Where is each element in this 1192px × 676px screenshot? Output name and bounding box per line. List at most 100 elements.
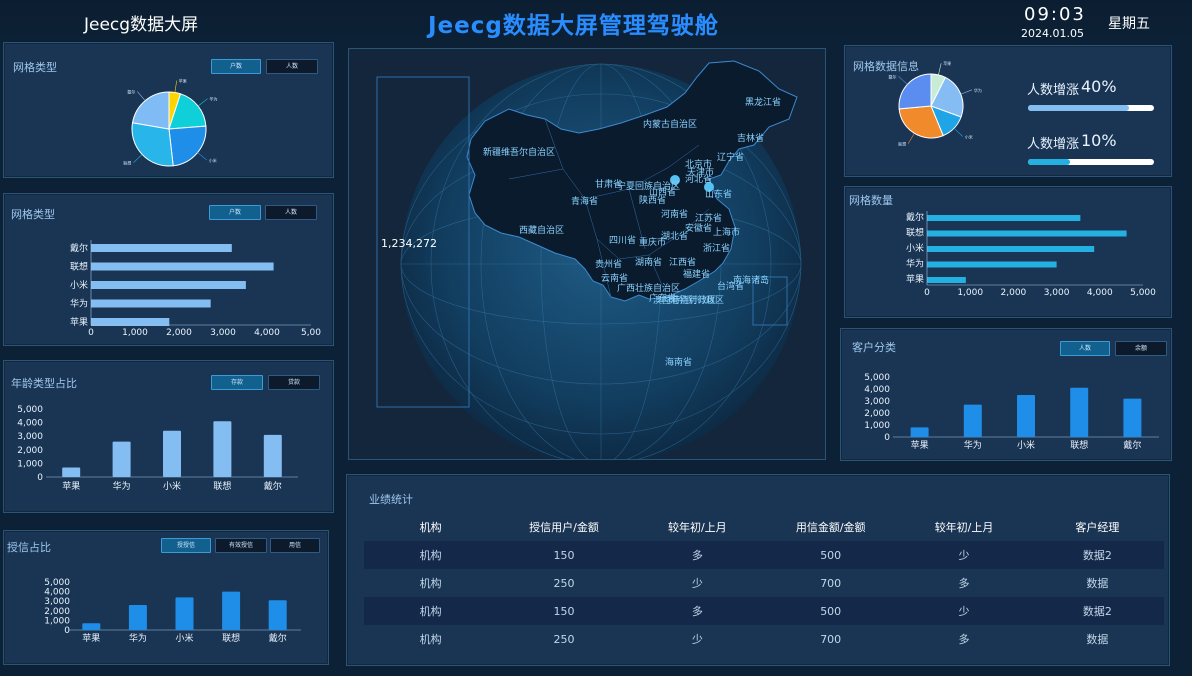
bar[interactable] [128, 605, 147, 630]
province-label[interactable]: 安徽省 [685, 221, 712, 234]
province-label[interactable]: 南海诸岛 [733, 273, 769, 286]
table-cell: 机构 [419, 633, 442, 646]
bar[interactable] [91, 281, 246, 289]
bar[interactable] [910, 427, 929, 437]
province-label[interactable]: 河南省 [661, 207, 688, 220]
category-label: 华为 [129, 632, 147, 644]
bar[interactable] [91, 299, 211, 308]
category-label: 小米 [163, 480, 181, 492]
province-label[interactable]: 河北省 [685, 172, 712, 185]
table-row[interactable]: 机构 150 多 500 少 数据2 [364, 541, 1164, 569]
table-row[interactable]: 机构 250 少 700 多 数据 [364, 569, 1164, 597]
tick-label: 1,000 [957, 288, 983, 298]
table-cell: 数据 [1086, 633, 1109, 646]
category-label: 戴尔 [906, 211, 924, 223]
pie-label-line [953, 127, 963, 137]
table-row[interactable]: 机构 250 少 700 多 数据 [364, 625, 1164, 653]
stat2-progress-track [1028, 159, 1154, 165]
pie-slice[interactable] [898, 73, 932, 110]
tick-label: 0 [64, 626, 70, 636]
pie-label-line [960, 89, 973, 95]
tick-label: 3,000 [864, 397, 890, 407]
province-label[interactable]: 上海市 [713, 225, 740, 238]
bar[interactable] [263, 434, 282, 477]
clock-date: 2024.01.05 [1021, 27, 1084, 40]
province-label[interactable]: 陕西省 [639, 193, 666, 206]
table-cell: 机构 [419, 577, 442, 590]
tick-label: 3,000 [1044, 288, 1070, 298]
tick-label: 4,000 [17, 419, 43, 429]
bar[interactable] [82, 623, 101, 630]
province-label[interactable]: 福建省 [683, 267, 710, 280]
panel-title: 业绩统计 [369, 493, 413, 506]
pie-slice[interactable] [131, 122, 174, 167]
province-label[interactable]: 山东省 [705, 187, 732, 200]
pie-label-line [938, 63, 942, 75]
category-label: 华为 [113, 480, 131, 492]
bar[interactable] [1123, 398, 1142, 437]
table-row[interactable]: 机构 150 多 500 少 数据2 [364, 597, 1164, 625]
bar[interactable] [1070, 387, 1089, 437]
province-label[interactable]: 西藏自治区 [519, 223, 564, 236]
bar[interactable] [222, 591, 241, 630]
category-label: 戴尔 [70, 242, 88, 254]
pie-label: 联想 [123, 160, 131, 166]
province-label[interactable]: 海南省 [665, 355, 692, 368]
pie-label-line [907, 133, 915, 144]
tick-label: 0 [884, 433, 890, 443]
category-label: 苹果 [70, 316, 88, 328]
province-label[interactable]: 澳门特别行政区 [653, 293, 716, 306]
province-label[interactable]: 吉林省 [737, 131, 764, 144]
bar[interactable] [927, 261, 1057, 268]
map-total-value: 1,234,272 [381, 237, 437, 250]
category-label: 华为 [70, 298, 88, 310]
bar[interactable] [927, 215, 1081, 221]
bar[interactable] [163, 430, 181, 477]
weekday: 星期五 [1108, 16, 1150, 32]
bar[interactable] [963, 404, 982, 437]
pie-label: 小米 [209, 157, 217, 163]
bar[interactable] [112, 441, 131, 477]
province-label[interactable]: 新疆维吾尔自治区 [483, 145, 555, 158]
pie-label: 小米 [965, 134, 973, 140]
category-label: 苹果 [906, 273, 924, 285]
pie-label-line [137, 91, 146, 101]
province-label[interactable]: 湖北省 [661, 229, 688, 242]
bar[interactable] [175, 597, 194, 630]
table-cell: 250 [553, 576, 575, 590]
province-label[interactable]: 内蒙古自治区 [643, 117, 697, 130]
table-cell: 700 [820, 576, 842, 590]
bar[interactable] [927, 230, 1127, 237]
province-label[interactable]: 浙江省 [703, 241, 730, 254]
col-header: 较年初/上月 [667, 520, 727, 534]
bar[interactable] [62, 467, 81, 477]
bar[interactable] [927, 246, 1095, 252]
category-label: 小米 [1017, 439, 1035, 451]
bar[interactable] [213, 421, 232, 477]
bar[interactable] [927, 277, 966, 283]
category-label: 小米 [175, 632, 193, 644]
province-label[interactable]: 青海省 [571, 194, 598, 207]
table-header-row: 机构 授信用户/金额 较年初/上月 用信金额/金额 较年初/上月 客户经理 [364, 512, 1164, 541]
pie-label: 戴尔 [127, 89, 135, 95]
panel-grid-info: 网格数据信息 苹果 华为 小米 联想 戴尔 人数增涨 40% 人数增涨 10% [844, 45, 1172, 177]
main-title: Jeecg数据大屏管理驾驶舱 [428, 13, 719, 39]
province-label[interactable]: 辽宁省 [717, 150, 744, 163]
pie-label: 华为 [210, 96, 218, 102]
pie-slice[interactable] [131, 91, 170, 130]
category-label: 苹果 [62, 480, 80, 492]
pie-slices: 苹果华为小米联想 戴尔 [123, 78, 218, 167]
province-label[interactable]: 四川省 [609, 233, 636, 246]
bar[interactable] [1017, 395, 1035, 437]
province-label[interactable]: 贵州省 [595, 257, 622, 270]
tick-label: 3,000 [44, 597, 70, 607]
province-label[interactable]: 湖南省 [635, 255, 662, 268]
table-cell: 少 [691, 633, 703, 646]
pie-slice[interactable] [168, 125, 207, 167]
pie-label: 苹果 [179, 78, 187, 84]
bar[interactable] [91, 262, 274, 271]
bar[interactable] [91, 244, 232, 252]
clock-time: 09:03 [1024, 4, 1086, 25]
bar[interactable] [268, 600, 287, 630]
province-label[interactable]: 黑龙江省 [745, 95, 781, 108]
